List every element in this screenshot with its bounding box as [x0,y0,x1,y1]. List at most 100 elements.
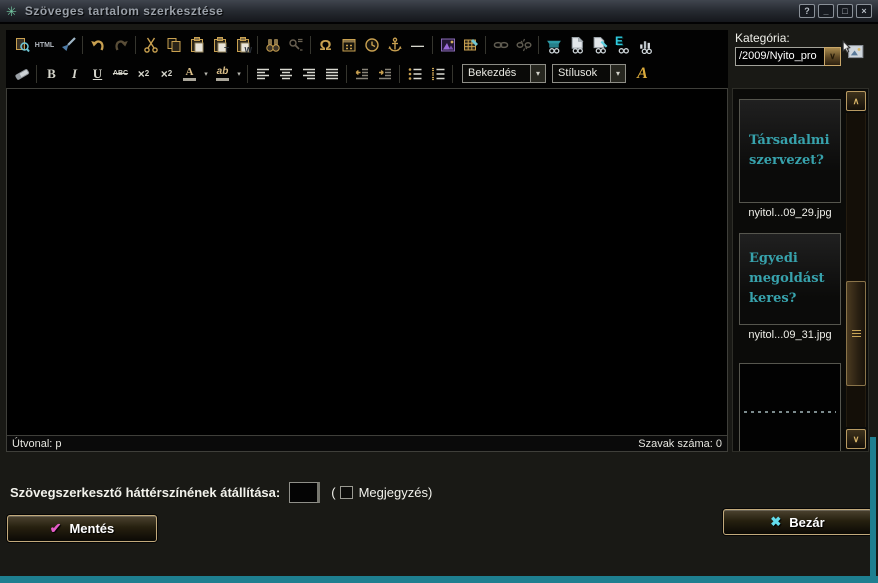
indent-icon[interactable] [373,63,396,84]
remove-format-eraser-icon[interactable] [10,63,33,84]
paste-word-icon[interactable]: W [231,35,254,56]
superscript-base: × [161,67,168,81]
scrollbar-thumb[interactable] [846,281,866,386]
link-icon[interactable] [489,35,512,56]
toolbar-separator [257,36,258,54]
numbered-list-icon[interactable] [426,63,449,84]
italic-icon[interactable]: I [63,63,86,84]
minimize-button[interactable]: _ [818,4,834,18]
bold-icon[interactable]: B [40,63,63,84]
thumbnail-item[interactable] [739,363,841,452]
align-justify-icon[interactable] [320,63,343,84]
find-icon[interactable] [261,35,284,56]
redo-icon[interactable] [109,35,132,56]
bullet-list-icon[interactable] [403,63,426,84]
kategoria-label: Kategória: [735,31,841,45]
e-content-link-icon[interactable]: E [611,35,634,56]
thumbnail-image[interactable]: Egyedi megoldást keres? [739,233,841,325]
scroll-down-icon[interactable]: ∨ [846,429,866,449]
kategoria-group: Kategória: /2009/Nyito_pro ∨ [735,31,841,66]
horizontal-rule-icon[interactable]: — [406,35,429,56]
chart-link-icon[interactable] [634,35,657,56]
subscript-number: 2 [145,69,149,78]
special-character-icon[interactable]: Ω [314,35,337,56]
kategoria-dropdown-icon[interactable]: ∨ [824,47,841,66]
font-styles-icon[interactable]: A [631,63,654,84]
highlight-color-bar [216,78,229,81]
machine-link-icon[interactable] [542,35,565,56]
toolbar-separator [247,65,248,83]
insert-image-icon[interactable] [841,40,865,62]
outdent-icon[interactable] [350,63,373,84]
paragraph-format-select[interactable]: Bekezdés▾ [462,64,546,83]
thumbnail-image[interactable]: Társadalmi szervezet? [739,99,841,203]
toolbar-separator [82,36,83,54]
megjegyzes-label: Megjegyzés) [359,485,433,500]
font-color-icon[interactable]: A [178,63,201,84]
align-right-icon[interactable] [297,63,320,84]
undo-icon[interactable] [86,35,109,56]
highlight-color-dropdown-icon[interactable]: ▾ [234,63,244,84]
cut-icon[interactable] [139,35,162,56]
close-button-label: Bezár [789,515,824,530]
insert-date-icon[interactable] [337,35,360,56]
subscript-icon[interactable]: ×2 [132,63,155,84]
paragraph-format-dropdown-icon[interactable]: ▾ [530,65,545,82]
bg-color-swatch[interactable] [289,482,320,503]
cleanup-brush-icon[interactable] [56,35,79,56]
superscript-number: 2 [168,69,172,78]
rich-text-editor-canvas[interactable] [7,89,727,435]
teal-bottom-border [0,576,878,583]
save-button[interactable]: ✔ Mentés [7,515,157,542]
paste-text-letter: T [224,47,229,55]
toolbar-separator [485,36,486,54]
insert-time-icon[interactable] [360,35,383,56]
unlink-icon[interactable] [512,35,535,56]
highlight-color-icon[interactable]: ab [211,63,234,84]
styles-dropdown-icon[interactable]: ▾ [610,65,625,82]
toolbar-row-1: HTML T W Ω — [6,30,728,60]
thumbnail-item[interactable]: Egyedi megoldást keres? nyitol...09_31.j… [739,233,841,344]
superscript-icon[interactable]: ×2 [155,63,178,84]
strikethrough-icon[interactable]: ABC [109,63,132,84]
anchor-icon[interactable] [383,35,406,56]
save-button-label: Mentés [69,521,114,536]
align-left-icon[interactable] [251,63,274,84]
underline-icon[interactable]: U [86,63,109,84]
highlight-color-letters: ab [217,67,229,77]
image-thumbnail-panel: Társadalmi szervezet? nyitol...09_29.jpg… [732,88,869,452]
insert-image-tree-icon[interactable] [436,35,459,56]
close-dialog-button[interactable]: ✖ Bezár [723,509,872,535]
font-color-dropdown-icon[interactable]: ▾ [201,63,211,84]
maximize-button[interactable]: □ [837,4,853,18]
thumbnail-image-text: Társadalmi szervezet? [749,131,836,171]
toolbar-row-2: B I U ABC ×2 ×2 A ▾ ab ▾ Bekezdés▾ Stílu… [6,60,728,87]
copy-icon[interactable] [162,35,185,56]
styles-value: Stílusok [553,65,610,82]
word-count: Szavak száma: 0 [638,438,722,450]
close-button[interactable]: × [856,4,872,18]
editor-statusbar: Útvonal: p Szavak száma: 0 [7,435,727,451]
editor-frame: Útvonal: p Szavak száma: 0 [6,88,728,452]
styles-select[interactable]: Stílusok▾ [552,64,626,83]
html-source-icon[interactable]: HTML [33,35,56,56]
bg-color-label: Szövegszerkesztő háttérszínének átállítá… [10,485,280,500]
find-replace-icon[interactable] [284,35,307,56]
help-button[interactable]: ? [799,4,815,18]
scroll-up-icon[interactable]: ∧ [846,91,866,111]
document-edit-link-icon[interactable] [588,35,611,56]
document-link-icon[interactable] [565,35,588,56]
thumbnail-image[interactable] [739,363,841,452]
text-content-editor-dialog: ✳ Szöveges tartalom szerkesztése ? _ □ ×… [0,0,878,583]
preview-icon[interactable] [10,35,33,56]
megjegyzes-checkbox[interactable] [340,486,353,499]
paste-text-icon[interactable]: T [208,35,231,56]
thumbnail-item[interactable]: Társadalmi szervezet? nyitol...09_29.jpg [739,99,841,222]
font-color-letter: A [186,67,194,77]
table-edit-icon[interactable] [459,35,482,56]
paste-icon[interactable] [185,35,208,56]
titlebar[interactable]: ✳ Szöveges tartalom szerkesztése ? _ □ × [0,0,878,24]
scrollbar-grip [852,330,861,331]
align-center-icon[interactable] [274,63,297,84]
kategoria-select[interactable]: /2009/Nyito_pro ∨ [735,47,841,66]
